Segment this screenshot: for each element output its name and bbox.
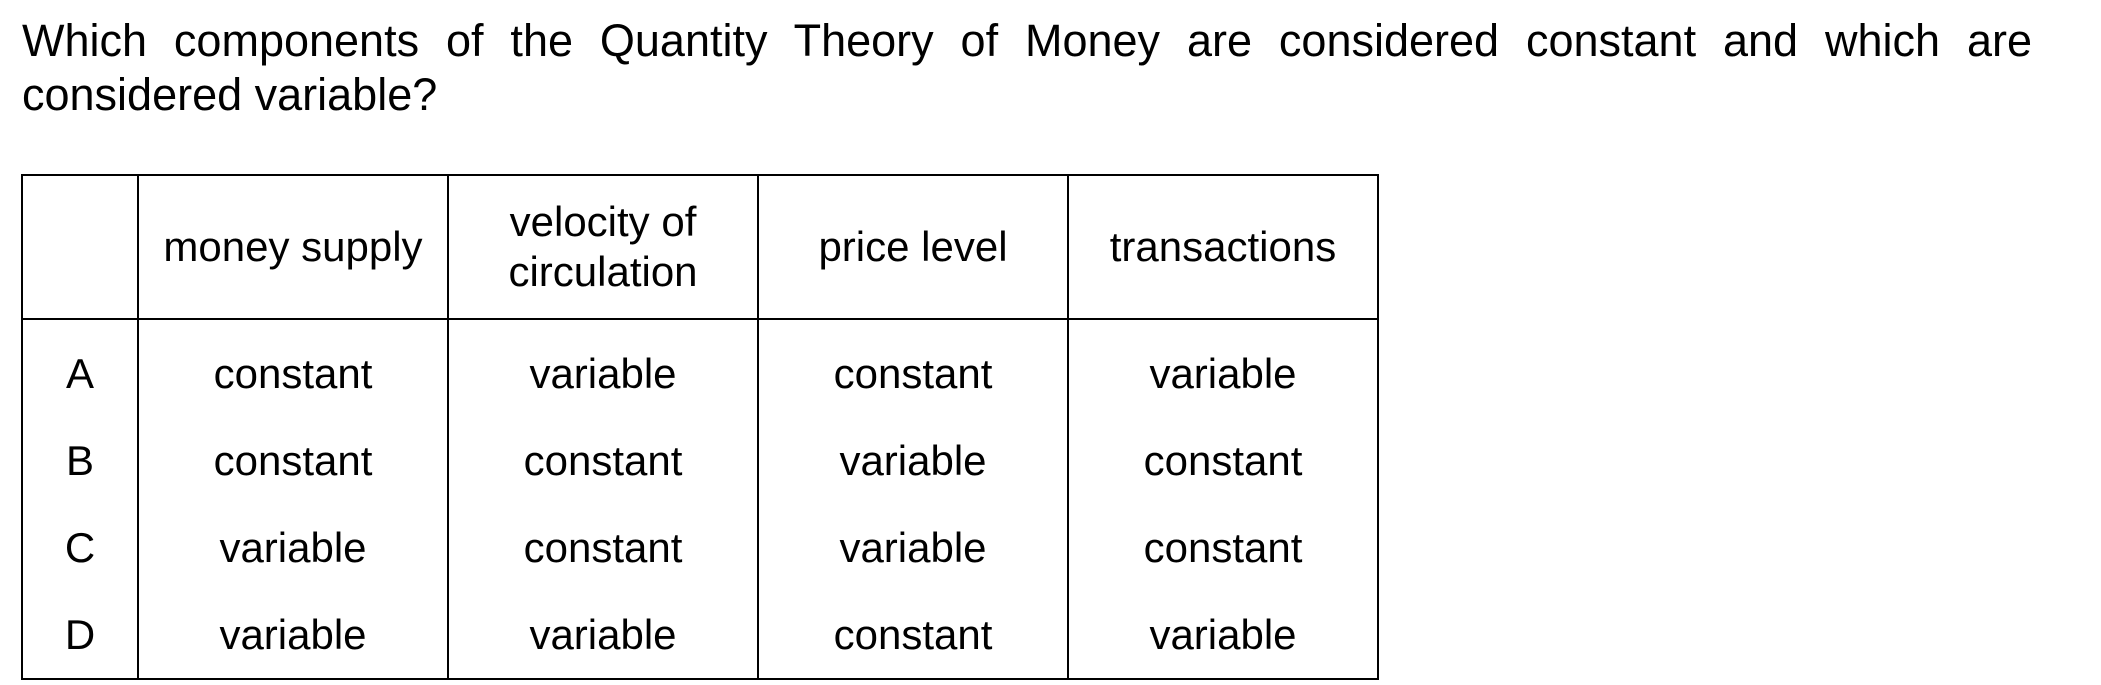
table-cell: variable [447,319,759,417]
table-cell: variable [757,417,1069,504]
table-cell: constant [757,319,1069,417]
option-key: C [21,504,139,591]
table-cell: constant [1067,504,1379,591]
header-money-supply: money supply [137,174,449,320]
option-row-c: C variable constant variable constant [21,504,1379,591]
table-cell: constant [757,591,1069,680]
table-cell: constant [1067,417,1379,504]
header-transactions: transactions [1067,174,1379,320]
table-cell: variable [137,591,449,680]
header-option-key [21,174,139,320]
option-row-b: B constant constant variable constant [21,417,1379,504]
table-cell: constant [137,417,449,504]
option-row-a: A constant variable constant variable [21,319,1379,417]
header-row: money supply velocity of circulation pri… [21,174,1379,320]
table-cell: variable [137,504,449,591]
option-key: A [21,319,139,417]
question-text: Which components of the Quantity Theory … [22,15,2032,120]
options-table: money supply velocity of circulation pri… [21,174,1379,680]
header-price-level: price level [757,174,1069,320]
option-key: D [21,591,139,680]
table-cell: variable [1067,591,1379,680]
table-cell: variable [757,504,1069,591]
option-row-d: D variable variable constant variable [21,591,1379,680]
table-cell: constant [447,417,759,504]
table-cell: constant [447,504,759,591]
table-cell: variable [1067,319,1379,417]
table-cell: variable [447,591,759,680]
table-cell: constant [137,319,449,417]
header-velocity-of-circulation: velocity of circulation [447,174,759,320]
option-key: B [21,417,139,504]
